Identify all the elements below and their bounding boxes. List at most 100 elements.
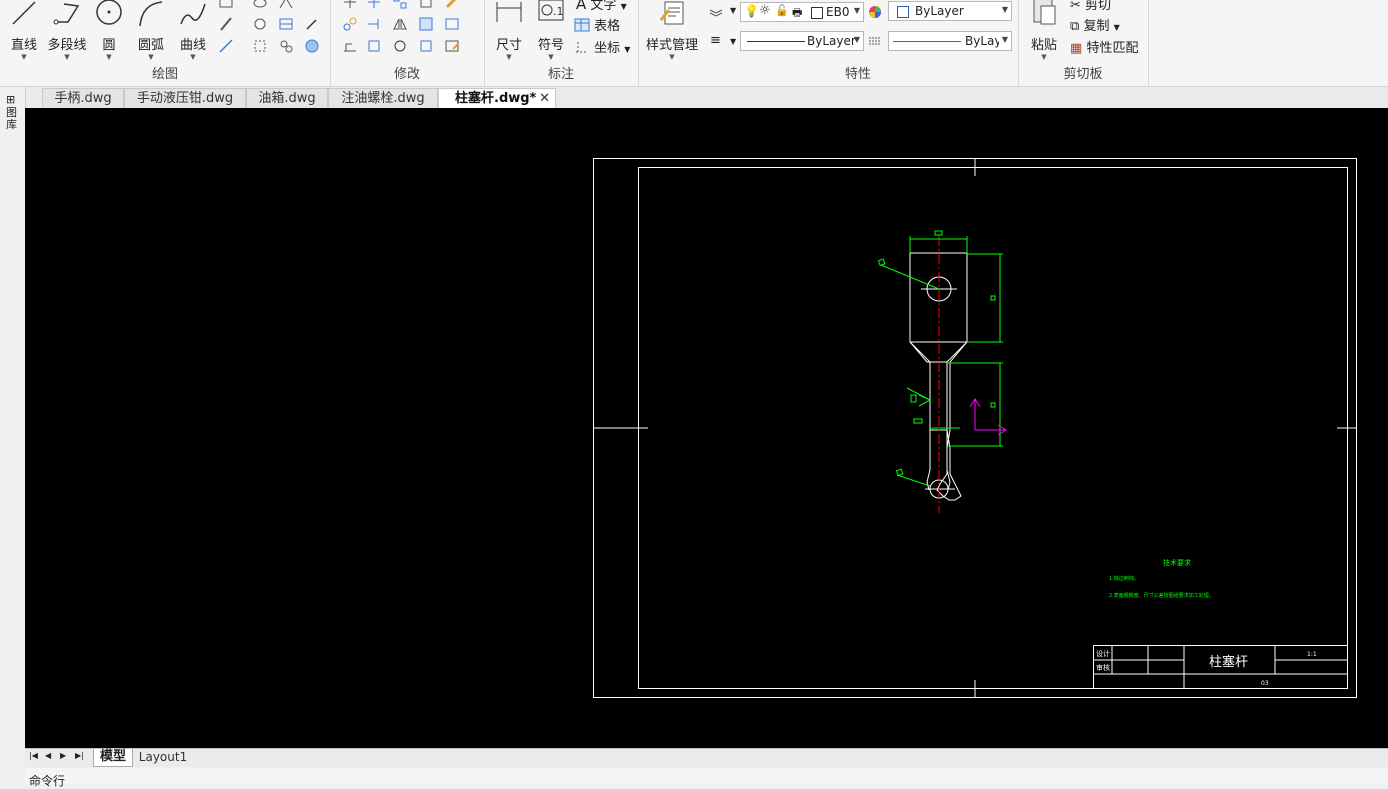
fillet-icon[interactable] — [418, 16, 434, 32]
rectangle-icon[interactable] — [218, 0, 234, 10]
explode-icon[interactable] — [418, 38, 434, 54]
annotation-group: 尺寸 ▼ .1 符号 ▼ A 文字 ▼ 表格 坐标 ▼ 标注 — [484, 0, 639, 86]
layer-combo[interactable]: 💡 ☼ 🔓 🖶 EB0 ▼ — [740, 2, 864, 22]
table-grid-icon[interactable] — [278, 16, 294, 32]
title-block-part-name: 柱塞杆 — [1209, 654, 1248, 670]
match-properties-icon: ▦ — [1070, 41, 1083, 56]
model-tab[interactable]: 模型 — [93, 749, 133, 767]
svg-text:.1: .1 — [553, 5, 564, 18]
rotate-icon[interactable] — [392, 38, 408, 54]
chevron-down-icon: ▼ — [106, 53, 112, 61]
tech-title: 技术要求 — [1163, 558, 1191, 567]
wipeout-icon[interactable] — [278, 38, 294, 54]
erase-icon[interactable] — [444, 0, 460, 10]
library-side-panel[interactable]: ⊞ 图库 — [0, 87, 26, 767]
circle-button[interactable]: 圆 ▼ — [92, 0, 126, 61]
command-line[interactable]: 命令行 — [25, 768, 1388, 788]
bulb-icon: 💡 — [744, 4, 759, 18]
copy-icon: ⧉ — [1070, 19, 1080, 34]
globe-icon[interactable] — [304, 38, 320, 54]
title-block-designer: 设计 — [1096, 649, 1110, 658]
layer-manager-icon[interactable] — [708, 3, 724, 19]
break-icon[interactable] — [444, 16, 460, 32]
properties-edit-icon[interactable] — [444, 38, 460, 54]
polyline-icon — [53, 3, 80, 25]
chevron-down-icon[interactable]: ▼ — [730, 6, 736, 15]
ribbon: 直线 ▼ 多段线 ▼ 圆 ▼ 圆弧 ▼ 曲线 ▼ 绘图 修改 尺寸 ▼ .1 符… — [0, 0, 1388, 87]
arc-button[interactable]: 圆弧 ▼ — [132, 0, 170, 61]
copy-button[interactable]: ⧉ 复制 ▼ — [1070, 15, 1120, 34]
match-properties-button[interactable]: ▦ 特性匹配 — [1070, 37, 1138, 56]
chevron-down-icon: ▼ — [506, 53, 512, 61]
model-tab-label: 模型 — [99, 749, 126, 764]
doc-tab-label: 手柄.dwg — [54, 91, 112, 106]
drawing-canvas[interactable]: 技术要求 1.锐边倒钝。 2.表面粗糙度、尺寸公差按图纸要求加工处理。 设计 审… — [25, 108, 1388, 748]
table-label: 表格 — [594, 19, 621, 34]
extend-icon[interactable] — [366, 16, 382, 32]
linetype-combo[interactable]: ByLayer ▼ — [740, 31, 864, 51]
lineweight-icon[interactable] — [867, 33, 883, 49]
ellipse-icon[interactable] — [252, 0, 268, 10]
point-icon[interactable] — [278, 0, 294, 10]
lineweight-combo[interactable]: ByLay… ▼ — [888, 31, 1012, 51]
lineweight-list-icon[interactable]: ≡ — [710, 33, 721, 48]
chevron-down-icon[interactable]: ▼ — [730, 37, 736, 46]
symbol-button[interactable]: .1 符号 ▼ — [534, 0, 568, 61]
coordinate-button[interactable]: 坐标 ▼ — [574, 37, 630, 56]
cut-button[interactable]: ✂ 剪切 — [1070, 0, 1111, 13]
offset-icon[interactable] — [418, 0, 434, 10]
doc-tab-label: 注油螺栓.dwg — [341, 91, 425, 106]
chevron-down-icon: ▼ — [190, 53, 196, 61]
arrow-icon[interactable] — [304, 16, 320, 32]
leader-shank-text — [910, 394, 917, 403]
chevron-down-icon: ▼ — [1001, 35, 1008, 44]
cut-label: 剪切 — [1085, 0, 1112, 13]
table-icon — [574, 18, 590, 32]
curve-button[interactable]: 曲线 ▼ — [174, 0, 212, 61]
first-layout-icon[interactable]: |◀ — [29, 751, 38, 760]
prev-layout-icon[interactable]: ◀ — [45, 751, 51, 760]
chevron-down-icon: ▼ — [548, 53, 554, 61]
coordinate-label: 坐标 — [594, 41, 621, 56]
chevron-down-icon: ▼ — [669, 53, 675, 61]
doc-tab[interactable]: 手动液压钳.dwg — [124, 88, 246, 108]
color-wheel-icon[interactable] — [867, 4, 883, 20]
properties-group-label: 特性 — [844, 67, 871, 82]
color-combo[interactable]: ByLayer ▼ — [888, 1, 1012, 21]
trim-icon[interactable] — [366, 0, 382, 10]
array-icon[interactable] — [392, 0, 408, 10]
hatch-icon[interactable] — [218, 16, 234, 32]
paste-button[interactable]: 粘贴 ▼ — [1026, 0, 1062, 61]
doc-tab[interactable]: 注油螺栓.dwg — [328, 88, 438, 108]
sheet-inner-border — [638, 167, 1348, 689]
layout1-tab-label: Layout1 — [138, 750, 188, 764]
doc-tab-active[interactable]: 柱塞杆.dwg* ✕ — [438, 88, 556, 108]
draw-group: 直线 ▼ 多段线 ▼ 圆 ▼ 圆弧 ▼ 曲线 ▼ 绘图 — [0, 0, 331, 86]
table-button[interactable]: 表格 — [574, 15, 620, 34]
move-icon[interactable] — [342, 0, 358, 10]
mirror-icon[interactable] — [392, 16, 408, 32]
chevron-down-icon: ▼ — [853, 35, 860, 44]
chevron-down-icon: ▼ — [64, 53, 70, 61]
scale-icon[interactable] — [366, 38, 382, 54]
copy-object-icon[interactable] — [342, 16, 358, 32]
doc-tab[interactable]: 油箱.dwg — [246, 88, 328, 108]
part-neck-right — [946, 341, 968, 363]
close-icon[interactable]: ✕ — [539, 89, 550, 109]
doc-tab[interactable]: 手柄.dwg — [42, 88, 124, 108]
stretch-icon[interactable] — [342, 38, 358, 54]
next-layout-icon[interactable]: ▶ — [60, 751, 66, 760]
polyline-button[interactable]: 多段线 ▼ — [44, 0, 90, 61]
dimension-button[interactable]: 尺寸 ▼ — [492, 0, 526, 61]
text-label: 文字 — [590, 0, 617, 13]
layout1-tab[interactable]: Layout1 — [135, 749, 191, 766]
ray-icon[interactable] — [218, 38, 234, 54]
text-button[interactable]: A 文字 ▼ — [576, 0, 627, 13]
modify-group-label: 修改 — [393, 67, 420, 82]
arc-label: 圆弧 — [137, 38, 164, 53]
region-icon[interactable] — [252, 16, 268, 32]
style-manager-button[interactable]: 样式管理 ▼ — [644, 0, 700, 61]
last-layout-icon[interactable]: ▶| — [75, 751, 84, 760]
block-icon[interactable] — [252, 38, 268, 54]
line-button[interactable]: 直线 ▼ — [6, 0, 42, 61]
